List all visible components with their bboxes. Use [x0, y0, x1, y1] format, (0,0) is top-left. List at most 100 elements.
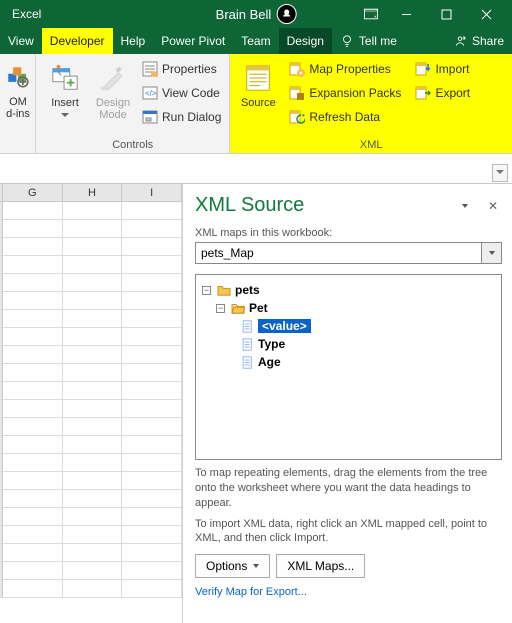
table-row[interactable] [0, 256, 182, 274]
tree-item-value[interactable]: <value> [242, 317, 495, 335]
map-properties-icon [289, 61, 305, 77]
share-label: Share [472, 34, 504, 48]
close-button[interactable] [466, 0, 506, 28]
table-row[interactable] [0, 562, 182, 580]
table-row[interactable] [0, 310, 182, 328]
chevron-down-icon [253, 564, 259, 568]
table-row[interactable] [0, 364, 182, 382]
maps-select[interactable] [195, 242, 482, 264]
group-controls: Insert Design Mode Properties </> View C… [36, 54, 230, 153]
run-dialog-button[interactable]: Run Dialog [139, 106, 224, 128]
col-header-h[interactable]: H [63, 184, 123, 201]
table-row[interactable] [0, 400, 182, 418]
tab-team[interactable]: Team [233, 28, 278, 54]
pane-close-icon[interactable]: ✕ [484, 197, 502, 215]
xml-source-pane: XML Source ✕ XML maps in this workbook: … [183, 184, 512, 623]
import-icon [415, 61, 431, 77]
chevron-down-icon [61, 109, 69, 114]
element-icon [242, 338, 254, 351]
maps-select-dropdown[interactable] [482, 242, 502, 264]
controls-group-label: Controls [36, 139, 229, 153]
maps-label: XML maps in this workbook: [195, 227, 502, 239]
export-button[interactable]: Export [412, 82, 473, 104]
insert-control-button[interactable]: Insert [41, 58, 89, 114]
table-row[interactable] [0, 508, 182, 526]
pane-options-dropdown[interactable] [456, 197, 474, 215]
table-row[interactable] [0, 526, 182, 544]
collapse-icon[interactable]: − [202, 286, 211, 295]
minimize-button[interactable] [386, 0, 426, 28]
group-addins-partial: OM d-ins [0, 54, 36, 153]
view-code-button[interactable]: </> View Code [139, 82, 224, 104]
view-code-icon: </> [142, 85, 158, 101]
tree-child[interactable]: − Pet [216, 299, 495, 317]
column-headers[interactable]: G H I [0, 184, 182, 202]
col-header-g[interactable]: G [3, 184, 63, 201]
table-row[interactable] [0, 220, 182, 238]
table-row[interactable] [0, 418, 182, 436]
lightbulb-icon [340, 34, 354, 48]
table-row[interactable] [0, 292, 182, 310]
share-icon [453, 34, 467, 48]
table-row[interactable] [0, 346, 182, 364]
refresh-data-button[interactable]: Refresh Data [286, 106, 404, 128]
table-row[interactable] [0, 382, 182, 400]
tab-design[interactable]: Design [279, 28, 332, 54]
hint-mapping: To map repeating elements, drag the elem… [195, 466, 502, 511]
xml-source-button[interactable]: Source [234, 58, 282, 109]
table-row[interactable] [0, 490, 182, 508]
verify-map-link[interactable]: Verify Map for Export... [195, 586, 502, 598]
map-properties-button[interactable]: Map Properties [286, 58, 404, 80]
tree-item-age[interactable]: Age [242, 353, 495, 371]
table-row[interactable] [0, 274, 182, 292]
tellme-label: Tell me [359, 34, 397, 48]
maximize-button[interactable] [426, 0, 466, 28]
table-row[interactable] [0, 328, 182, 346]
com-addins-button[interactable]: OM d-ins [2, 57, 34, 120]
tab-developer[interactable]: Developer [42, 28, 113, 54]
element-icon [242, 356, 254, 369]
share-button[interactable]: Share [445, 28, 512, 54]
formula-bar-expand[interactable] [492, 164, 508, 182]
tree-item-type[interactable]: Type [242, 335, 495, 353]
xml-tree[interactable]: − pets − Pet <value> Type Age [195, 274, 502, 460]
import-button[interactable]: Import [412, 58, 473, 80]
options-button[interactable]: Options [195, 554, 270, 578]
element-icon [242, 320, 254, 333]
tab-power-pivot[interactable]: Power Pivot [153, 28, 233, 54]
svg-text:</>: </> [145, 89, 157, 98]
ribbon-display-options-icon[interactable] [356, 8, 386, 20]
ribbon-tabs: View Developer Help Power Pivot Team Des… [0, 28, 512, 54]
collapse-icon[interactable]: − [216, 304, 225, 313]
user-avatar-icon[interactable] [276, 4, 296, 24]
app-name: Excel [12, 7, 41, 21]
folder-open-icon [231, 302, 245, 314]
title-center: Brain Bell [216, 4, 297, 24]
expansion-packs-icon [289, 85, 305, 101]
tab-help[interactable]: Help [113, 28, 154, 54]
export-icon [415, 85, 431, 101]
table-row[interactable] [0, 472, 182, 490]
col-header-i[interactable]: I [122, 184, 182, 201]
tellme[interactable]: Tell me [332, 28, 405, 54]
table-row[interactable] [0, 454, 182, 472]
worksheet[interactable]: G H I [0, 184, 183, 623]
formula-bar[interactable] [0, 162, 512, 184]
work-area: G H I XML Source ✕ XML maps in this work… [0, 184, 512, 623]
xml-maps-button[interactable]: XML Maps... [276, 554, 365, 578]
addins-icon [5, 64, 31, 90]
table-row[interactable] [0, 436, 182, 454]
ribbon: OM d-ins Insert Design Mode Properties [0, 54, 512, 154]
expansion-packs-button[interactable]: Expansion Packs [286, 82, 404, 104]
table-row[interactable] [0, 238, 182, 256]
table-row[interactable] [0, 202, 182, 220]
table-row[interactable] [0, 580, 182, 598]
design-mode-button[interactable]: Design Mode [89, 58, 137, 121]
insert-control-icon [50, 63, 80, 93]
properties-button[interactable]: Properties [139, 58, 224, 80]
table-row[interactable] [0, 544, 182, 562]
tab-view[interactable]: View [0, 28, 42, 54]
tree-root[interactable]: − pets [202, 281, 495, 299]
username: Brain Bell [216, 7, 272, 22]
xml-source-icon [243, 63, 273, 93]
